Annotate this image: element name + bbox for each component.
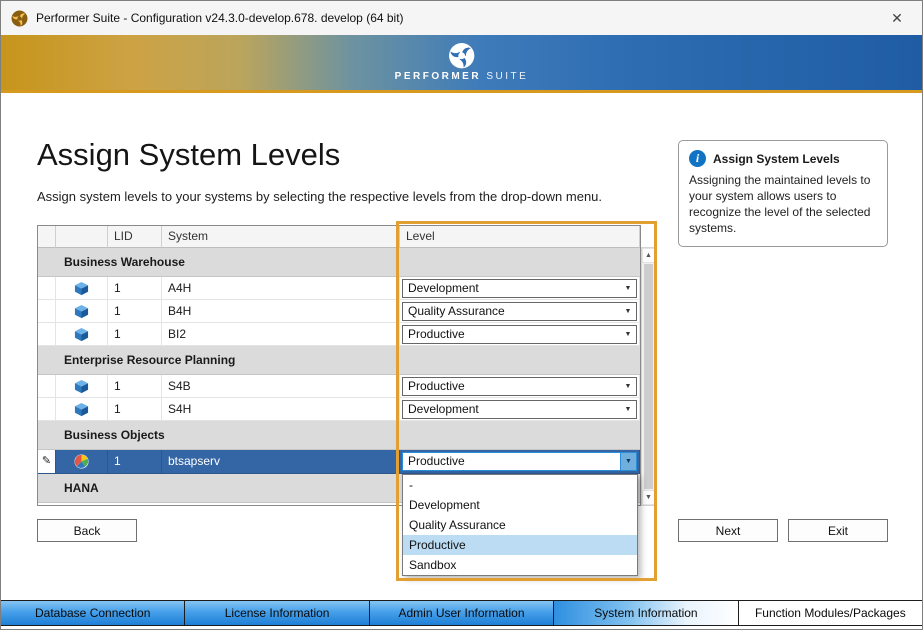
level-combobox-value: Productive	[403, 378, 620, 395]
app-window: Performer Suite - Configuration v24.3.0-…	[0, 0, 923, 630]
table-row-bi2[interactable]: 1 BI2 Productive ▼	[38, 323, 640, 346]
group-label: HANA	[64, 481, 99, 495]
chevron-down-icon[interactable]: ▼	[620, 326, 636, 343]
level-combobox[interactable]: Productive ▼	[402, 325, 637, 344]
level-combobox-open[interactable]: Productive ▼	[402, 452, 637, 471]
wizard-step-bar: Database Connection License Information …	[1, 600, 922, 626]
title-bar: Performer Suite - Configuration v24.3.0-…	[1, 1, 922, 35]
wizard-tab-license-information[interactable]: License Information	[185, 601, 369, 625]
dropdown-option-quality-assurance[interactable]: Quality Assurance	[403, 515, 637, 535]
column-header-lid[interactable]: LID	[108, 226, 162, 248]
dropdown-option-sandbox[interactable]: Sandbox	[403, 555, 637, 575]
info-box-title: Assign System Levels	[713, 152, 840, 166]
level-combobox-value: Productive	[403, 326, 620, 343]
lid-cell: 1	[108, 375, 162, 398]
back-button[interactable]: Back	[37, 519, 137, 542]
level-combobox[interactable]: Development ▼	[402, 279, 637, 298]
brand-light: SUITE	[486, 71, 528, 82]
info-box-body: Assigning the maintained levels to your …	[689, 173, 877, 237]
level-combobox[interactable]: Quality Assurance ▼	[402, 302, 637, 321]
header-banner: PERFORMER SUITE	[1, 35, 922, 93]
table-row-b4h[interactable]: 1 B4H Quality Assurance ▼	[38, 300, 640, 323]
wizard-tab-system-information[interactable]: System Information	[554, 601, 738, 625]
group-label: Business Objects	[64, 428, 165, 442]
column-header-level[interactable]: Level	[400, 226, 640, 248]
lid-cell: 1	[108, 398, 162, 421]
column-header-system[interactable]: System	[162, 226, 400, 248]
dropdown-option-productive[interactable]: Productive	[403, 535, 637, 555]
business-objects-icon	[74, 454, 89, 469]
lid-cell: 1	[108, 450, 162, 474]
next-button[interactable]: Next	[678, 519, 778, 542]
system-cell: S4H	[162, 398, 400, 421]
level-combobox-value: Development	[403, 280, 620, 297]
page-title: Assign System Levels	[37, 137, 340, 173]
table-row-a4h[interactable]: 1 A4H Development ▼	[38, 277, 640, 300]
scroll-down-icon[interactable]: ▼	[642, 490, 655, 505]
table-row-s4h[interactable]: 1 S4H Development ▼	[38, 398, 640, 421]
sap-system-icon	[74, 304, 89, 319]
row-header-cell[interactable]	[38, 300, 56, 323]
edit-pencil-icon: ✎	[38, 450, 56, 474]
system-cell: S4B	[162, 375, 400, 398]
app-icon	[11, 10, 28, 27]
row-header-cell[interactable]	[38, 398, 56, 421]
group-label: Enterprise Resource Planning	[64, 353, 235, 367]
sap-system-icon	[74, 281, 89, 296]
wizard-tab-database-connection[interactable]: Database Connection	[1, 601, 185, 625]
performer-logo-icon	[448, 42, 475, 69]
dropdown-option-development[interactable]: Development	[403, 495, 637, 515]
table-row-s4b[interactable]: 1 S4B Productive ▼	[38, 375, 640, 398]
group-row-business-warehouse[interactable]: Business Warehouse	[38, 248, 640, 277]
row-header-cell[interactable]	[38, 375, 56, 398]
sap-system-icon	[74, 379, 89, 394]
dropdown-option-blank[interactable]: -	[403, 475, 637, 495]
sap-system-icon	[74, 327, 89, 342]
info-box: i Assign System Levels Assigning the mai…	[678, 140, 888, 247]
level-combobox-value: Development	[403, 401, 620, 418]
chevron-down-icon[interactable]: ▼	[620, 280, 636, 297]
page-subtitle: Assign system levels to your systems by …	[37, 189, 602, 204]
close-icon[interactable]: ✕	[882, 4, 912, 32]
chevron-down-icon[interactable]: ▼	[620, 303, 636, 320]
level-combobox-value: Quality Assurance	[403, 303, 620, 320]
systems-table: LID System Level Business Warehouse 1 A4…	[37, 225, 641, 506]
row-header-cell[interactable]	[38, 277, 56, 300]
column-header-blank	[38, 226, 56, 248]
info-icon: i	[689, 150, 706, 167]
wizard-tab-admin-user-information[interactable]: Admin User Information	[370, 601, 554, 625]
scroll-up-icon[interactable]: ▲	[642, 248, 655, 263]
table-row-btsapserv-selected[interactable]: ✎ 1 btsapserv Productive ▼	[38, 450, 640, 474]
sap-system-icon	[74, 402, 89, 417]
vertical-scrollbar[interactable]: ▲ ▼	[641, 247, 656, 506]
group-row-business-objects[interactable]: Business Objects	[38, 421, 640, 450]
group-label: Business Warehouse	[64, 255, 185, 269]
system-cell: btsapserv	[162, 450, 400, 474]
lid-cell: 1	[108, 277, 162, 300]
level-combobox[interactable]: Development ▼	[402, 400, 637, 419]
system-cell: BI2	[162, 323, 400, 346]
performer-logo: PERFORMER SUITE	[395, 42, 529, 82]
level-dropdown-list: - Development Quality Assurance Producti…	[402, 474, 638, 576]
brand-text: PERFORMER SUITE	[395, 71, 529, 82]
lid-cell: 1	[108, 323, 162, 346]
exit-button[interactable]: Exit	[788, 519, 888, 542]
level-combobox[interactable]: Productive ▼	[402, 377, 637, 396]
chevron-down-icon[interactable]: ▼	[620, 378, 636, 395]
wizard-tab-function-modules-packages[interactable]: Function Modules/Packages	[739, 601, 922, 625]
level-combobox-value: Productive	[403, 453, 620, 470]
chevron-down-icon[interactable]: ▼	[620, 453, 636, 470]
scrollbar-thumb[interactable]	[644, 264, 653, 489]
table-header-row: LID System Level	[38, 226, 640, 248]
brand-bold: PERFORMER	[395, 71, 481, 82]
group-row-erp[interactable]: Enterprise Resource Planning	[38, 346, 640, 375]
system-cell: B4H	[162, 300, 400, 323]
window-title: Performer Suite - Configuration v24.3.0-…	[36, 11, 404, 25]
column-header-icon	[56, 226, 108, 248]
system-cell: A4H	[162, 277, 400, 300]
chevron-down-icon[interactable]: ▼	[620, 401, 636, 418]
row-header-cell[interactable]	[38, 323, 56, 346]
lid-cell: 1	[108, 300, 162, 323]
